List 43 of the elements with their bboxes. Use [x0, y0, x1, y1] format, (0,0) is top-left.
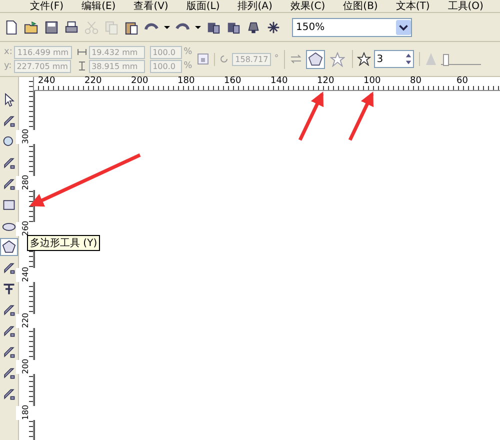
- menu-item[interactable]: 效果(C): [290, 0, 326, 13]
- percent-label: %: [184, 61, 192, 71]
- save-icon[interactable]: [44, 20, 59, 34]
- x-label: x:: [4, 47, 12, 57]
- rotate-icon: [219, 54, 230, 64]
- menu-item[interactable]: 工具(O): [448, 0, 484, 13]
- menu-item[interactable]: 版面(L): [186, 0, 220, 13]
- tooltip: 多边形工具 (Y): [27, 235, 100, 251]
- menu-item[interactable]: 排列(A): [238, 0, 272, 13]
- new-document-icon[interactable]: [4, 20, 19, 34]
- sharpness-slider[interactable]: [440, 54, 481, 64]
- star-icon: [356, 52, 371, 66]
- menu-item[interactable]: 编辑(E): [82, 0, 116, 13]
- polygon-tool-icon[interactable]: [0, 238, 18, 256]
- ruler-label: 260: [16, 222, 36, 236]
- dropdown-caret-icon[interactable]: [195, 26, 201, 28]
- dropdown-caret-icon[interactable]: [164, 26, 170, 28]
- polygon-mode-button[interactable]: [306, 50, 325, 68]
- ruler-label: 200: [16, 360, 36, 374]
- zoom-value: 150%: [295, 22, 325, 32]
- height-icon: [76, 61, 87, 71]
- paste-icon[interactable]: [124, 20, 139, 34]
- zoom-dropdown[interactable]: 150%: [292, 18, 412, 36]
- arrow-annotation: [298, 91, 324, 141]
- width-icon: [76, 47, 87, 57]
- points-spinner[interactable]: 3: [374, 50, 414, 68]
- y-label: y:: [4, 61, 12, 71]
- printer-icon[interactable]: [64, 20, 79, 34]
- menu-item[interactable]: 位图(B): [343, 0, 378, 13]
- menu-item[interactable]: 文件(F): [30, 0, 64, 13]
- ruler-label: 280: [16, 176, 36, 190]
- ruler-label: 300: [16, 130, 36, 144]
- star-mode-button[interactable]: [328, 50, 347, 68]
- ruler-label: 240: [16, 268, 36, 282]
- ruler-label: 180: [16, 406, 36, 420]
- ruler-label: 220: [16, 314, 36, 328]
- menu-item[interactable]: 查看(V): [134, 0, 168, 13]
- open-folder-icon[interactable]: [24, 20, 39, 34]
- degree-label: °: [274, 54, 279, 64]
- sharpness-icon: [424, 52, 438, 66]
- percent-label: %: [184, 47, 192, 57]
- arrow-annotation: [348, 91, 374, 141]
- menu-item[interactable]: 文本(T): [396, 0, 430, 13]
